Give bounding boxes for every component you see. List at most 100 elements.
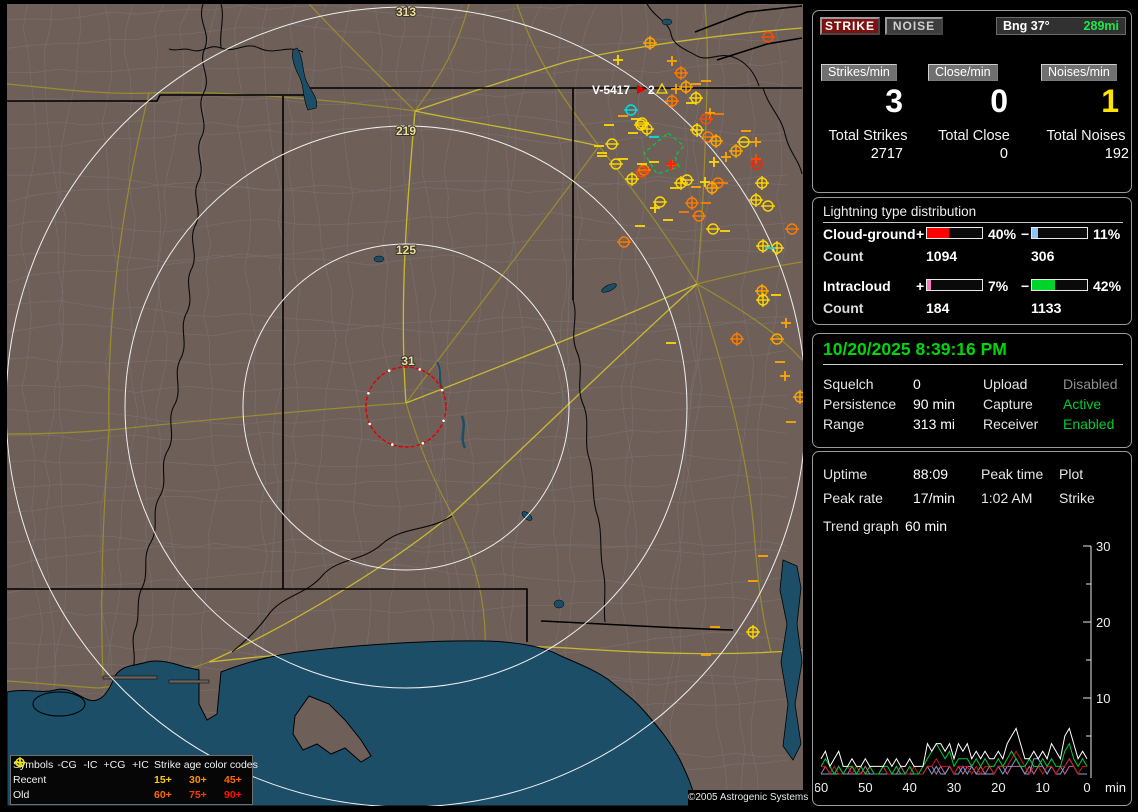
session-label: 1:02 AM (981, 490, 1032, 506)
trend-series-cloud-ground-pos (821, 751, 1087, 774)
status-value: Disabled (1063, 376, 1117, 392)
legend-row: Recent15+30+45+ (13, 772, 250, 787)
trend-series-strikes (821, 728, 1087, 766)
nexstorm-window: 31321912531 V-5417 2 Symbols-CG-IC+CG+IC… (0, 0, 1138, 812)
session-value: Plot (1059, 466, 1083, 482)
rate-column: Noises/min1Total Noises192 (1041, 63, 1131, 162)
rate-chip-label[interactable]: Strikes/min (821, 64, 897, 81)
distance-value: 289mi (1084, 18, 1119, 34)
legend-header-row: Symbols-CG-IC+CG+ICStrike age color code… (13, 757, 250, 772)
rate-chip-label[interactable]: Noises/min (1041, 64, 1117, 81)
rate-chip-label[interactable]: Close/min (928, 64, 998, 81)
positive-percent: 40% (988, 226, 1016, 242)
session-value: Strike (1059, 490, 1095, 506)
distribution-type-label: Cloud-ground (823, 226, 916, 242)
total-value: 2717 (821, 146, 915, 162)
status-box: 10/20/2025 8:39:16 PM Squelch0UploadDisa… (812, 333, 1132, 448)
rate-value: 1 (1041, 83, 1131, 120)
session-value: 17/min (913, 490, 955, 506)
alarm-ring-dot (442, 419, 445, 422)
rate-column: Strikes/min 3 Total Strikes 2717 (821, 63, 915, 162)
distribution-type-label: Intracloud (823, 278, 891, 294)
negative-percent: 42% (1093, 278, 1121, 294)
positive-bar (926, 279, 983, 291)
trend-x-tick-label: 0 (1083, 780, 1090, 795)
map-panel[interactable]: 31321912531 V-5417 2 Symbols-CG-IC+CG+IC… (7, 4, 803, 806)
trend-period-value: 60 min (905, 518, 947, 534)
rate-value: 0 (928, 83, 1020, 120)
total-label: Total Close (928, 128, 1020, 144)
legend-header-cell: -CG (55, 759, 79, 771)
rate-value: 3 (821, 83, 915, 120)
trend-graph: 1020306050403020100min (815, 536, 1131, 804)
noise-mode-button[interactable]: NOISE (885, 17, 943, 35)
session-box: Uptime 88:09 Peak time Plot Peak rate 17/min 1… (812, 451, 1132, 806)
alarm-ring-dot (422, 442, 425, 445)
status-value: Enabled (1063, 416, 1114, 432)
legend-header-cell: +CG (102, 759, 127, 771)
session-value: 88:09 (913, 466, 948, 482)
trend-x-unit-label: min (1105, 780, 1126, 795)
status-value: 0 (913, 376, 921, 392)
negative-count: 1133 (1031, 300, 1061, 316)
map-legend: Symbols-CG-IC+CG+ICStrike age color code… (10, 755, 253, 805)
legend-header-cell: -IC (79, 759, 102, 771)
status-label: Capture (983, 396, 1033, 412)
alarm-ring-dot (367, 392, 370, 395)
plus-sign: + (916, 226, 924, 242)
minus-sign: − (1021, 278, 1029, 294)
distribution-count-row: Count1094306 (813, 248, 1133, 264)
count-label: Count (823, 248, 863, 264)
status-value: 313 mi (913, 416, 955, 432)
total-value: 192 (1041, 146, 1131, 162)
bearing-value: Bng 37° (1003, 18, 1050, 34)
alarm-ring-dot (441, 389, 444, 392)
legend-row-label: Old (13, 789, 55, 801)
positive-count: 184 (926, 300, 949, 316)
rate-column: Close/min 0 Total Close 0 (928, 63, 1020, 162)
minus-sign: − (1021, 226, 1029, 242)
distribution-box: Lightning type distribution Cloud-ground… (812, 197, 1132, 325)
legend-row: Old60+75+90+ (13, 787, 250, 802)
alarm-ring-dot (368, 423, 371, 426)
total-value: 0 (928, 146, 1020, 162)
bearing-readout: Bng 37° 289mi (996, 17, 1126, 35)
alarm-ring-dot (391, 443, 394, 446)
status-label: Range (823, 416, 864, 432)
trend-label: Trend graph (823, 518, 899, 534)
alarm-ring-dot (418, 368, 421, 371)
session-label: Peak time (981, 466, 1043, 482)
legend-age-code: 15+ (154, 774, 189, 786)
positive-percent: 7% (988, 278, 1008, 294)
legend-age-code: 45+ (224, 774, 256, 786)
plus-sign: + (916, 278, 924, 294)
distribution-row: Cloud-ground+40%−11% (813, 226, 1133, 242)
ring-distance-label: 219 (396, 124, 416, 138)
negative-bar (1031, 227, 1088, 239)
session-label: Uptime (823, 466, 867, 482)
legend-header-cell: +IC (127, 759, 154, 771)
strike-mode-button[interactable]: STRIKE (820, 17, 880, 35)
trend-x-tick-label: 30 (947, 780, 961, 795)
legend-row-label: Recent (13, 774, 55, 786)
trend-x-tick-label: 60 (815, 780, 828, 795)
copyright: ©2005 Astrogenic Systems (688, 790, 805, 806)
negative-bar (1031, 279, 1088, 291)
total-label: Total Strikes (821, 128, 915, 144)
session-label: Peak rate (823, 490, 883, 506)
trend-series-intracloud-pos (821, 766, 1087, 774)
distribution-title: Lightning type distribution (823, 204, 1123, 223)
status-label: Receiver (983, 416, 1038, 432)
lightning-map[interactable]: 31321912531 V-5417 2 (7, 4, 803, 806)
legend-age-header: Strike age color codes (154, 759, 256, 771)
distribution-count-row: Count1841133 (813, 300, 1133, 316)
trend-y-tick-label: 10 (1096, 691, 1110, 706)
positive-bar (926, 227, 983, 239)
status-value: 90 min (913, 396, 955, 412)
cell-id-text: V-5417 (592, 83, 630, 97)
rates-box: STRIKE NOISE Bng 37° 289mi Strikes/min3T… (812, 10, 1132, 193)
strike-symbol-icp (16, 759, 24, 767)
legend-age-code: 30+ (189, 774, 224, 786)
legend-age-code: 60+ (154, 789, 189, 801)
status-label: Upload (983, 376, 1027, 392)
